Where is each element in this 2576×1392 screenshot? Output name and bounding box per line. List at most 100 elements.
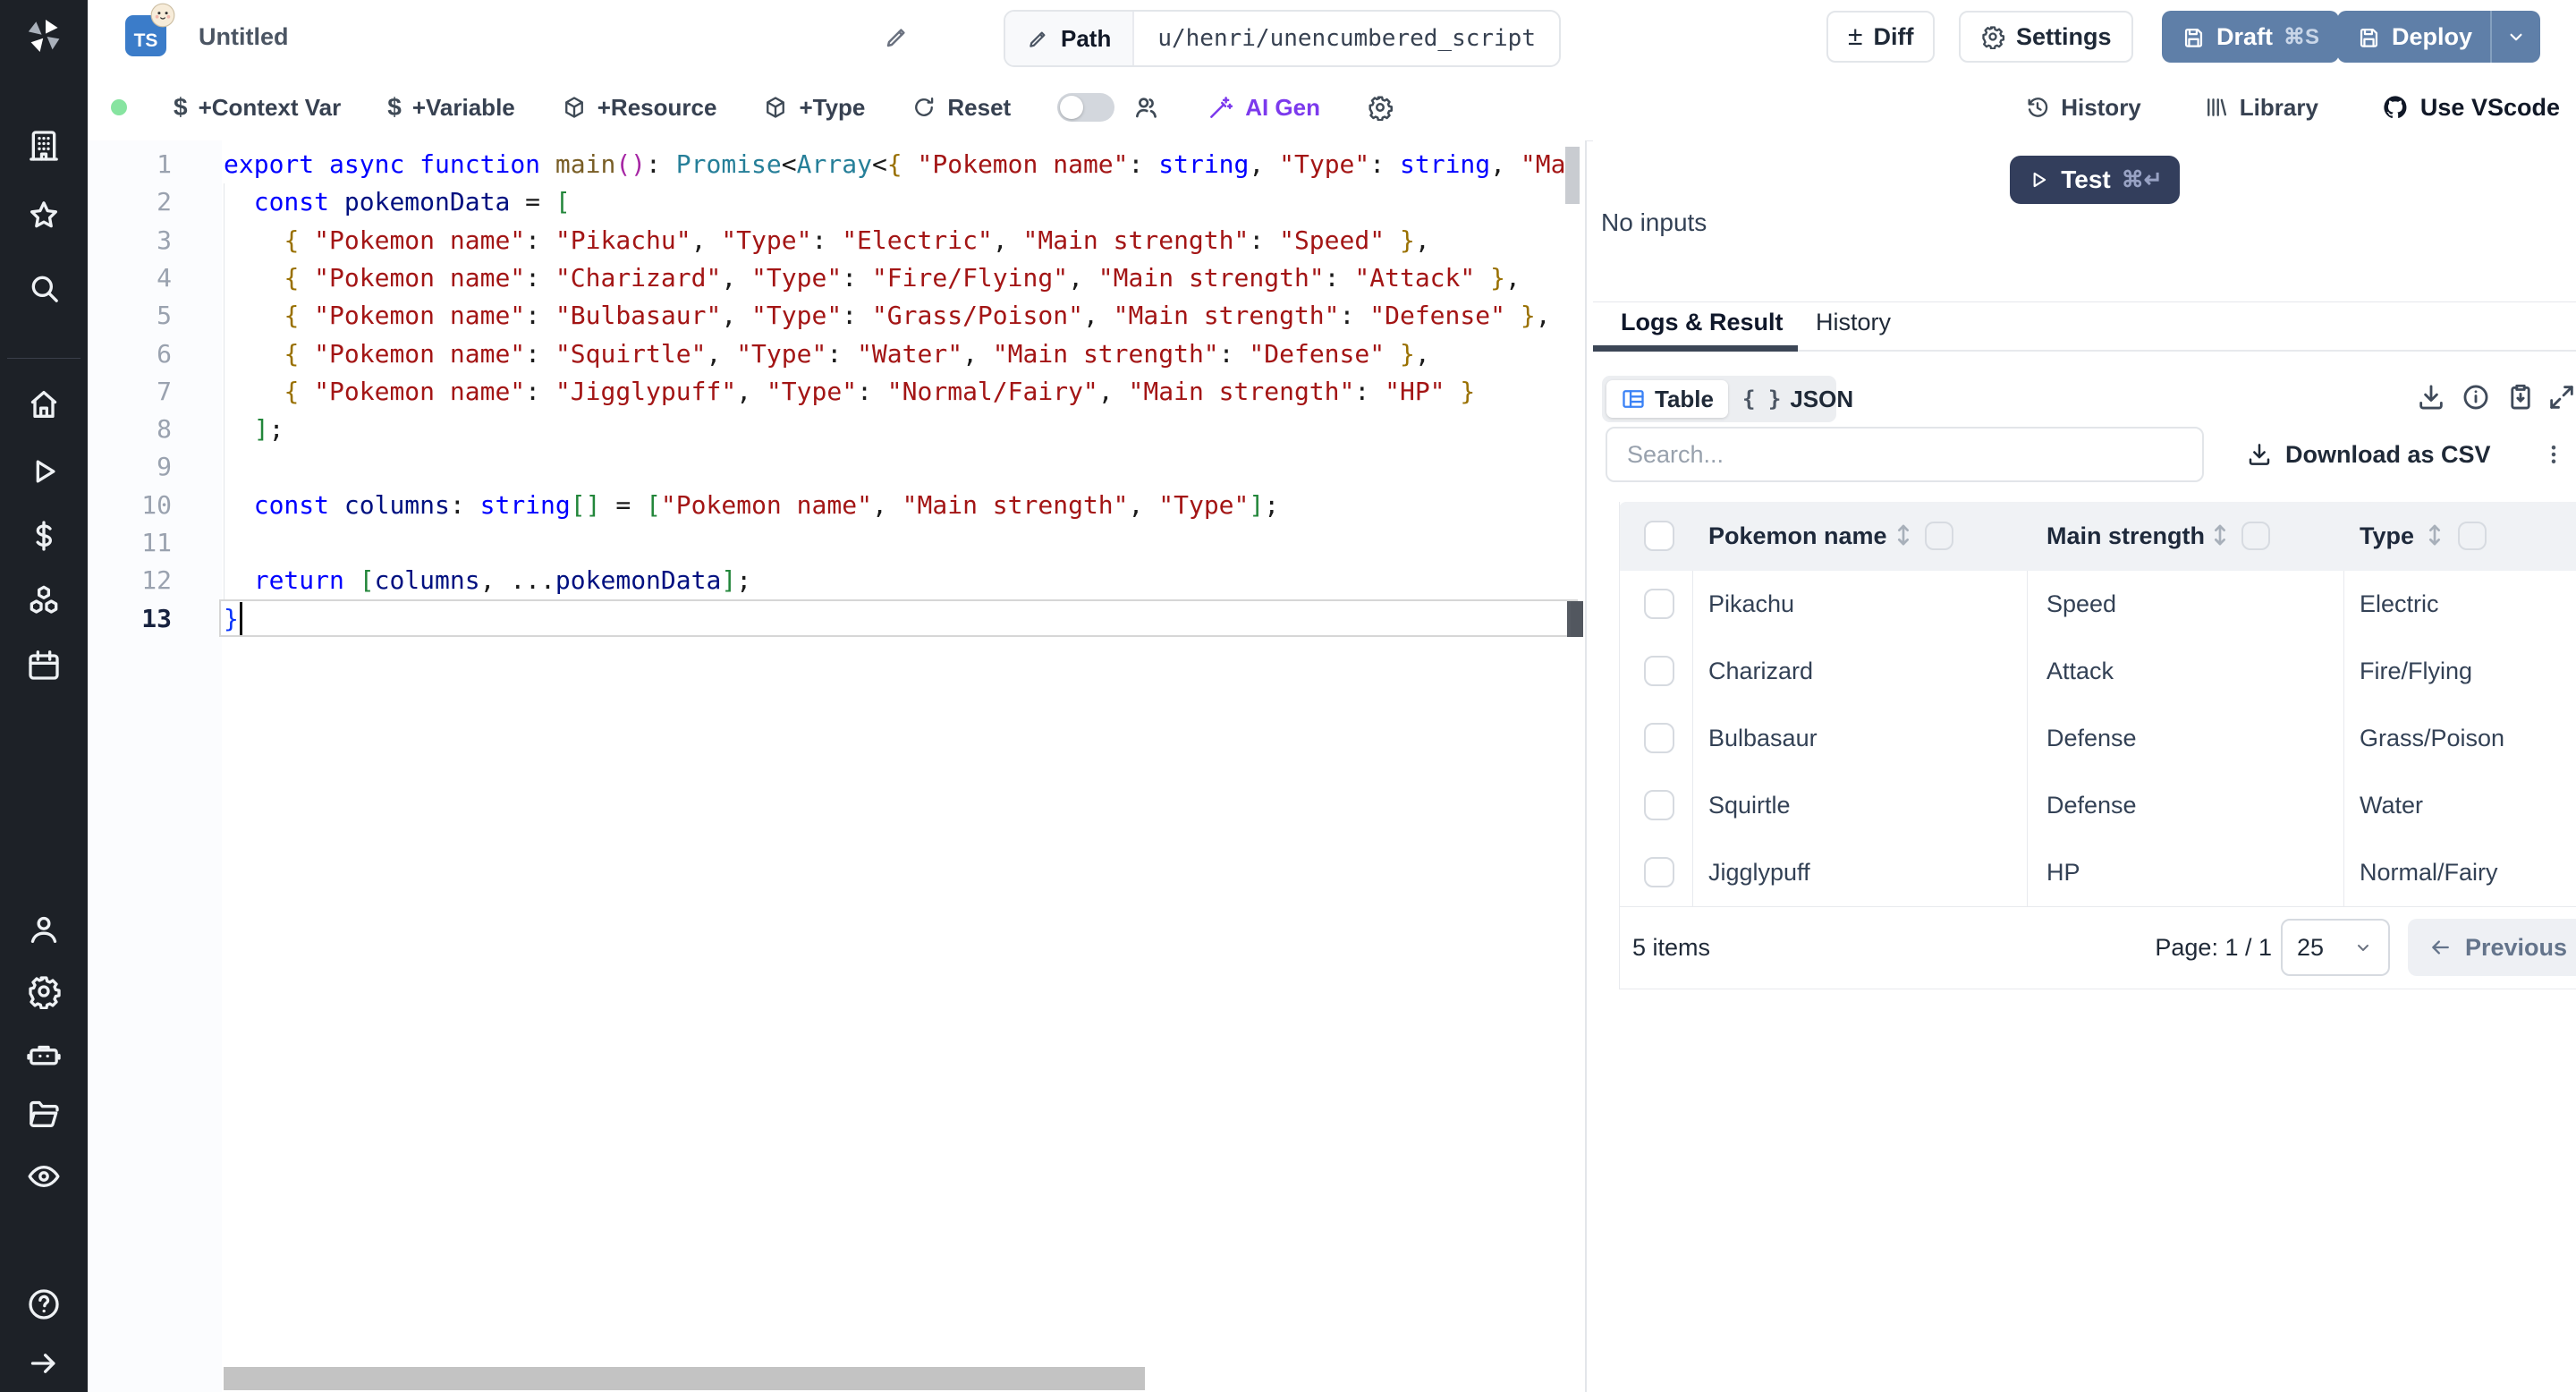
- kebab-menu-icon[interactable]: [2538, 432, 2570, 477]
- diff-button[interactable]: ± Diff: [1826, 11, 1936, 63]
- pane-divider[interactable]: [1585, 140, 1587, 1392]
- column-divider: [2343, 571, 2344, 906]
- gear-icon: [1980, 24, 2005, 49]
- sidebar-item-help-icon[interactable]: [24, 1285, 64, 1324]
- path-value[interactable]: u/henri/unencumbered_script: [1134, 12, 1559, 65]
- sidebar-item-home-icon[interactable]: [24, 385, 64, 424]
- sidebar-item-workspace-icon[interactable]: [24, 126, 64, 166]
- code-line-3[interactable]: { "Pokemon name": "Pikachu", "Type": "El…: [224, 222, 1580, 259]
- code-line-1[interactable]: export async function main(): Promise<Ar…: [224, 146, 1580, 183]
- result-table: Pokemon name Main strength Type Pikachu Spe…: [1619, 502, 2576, 989]
- column-toggle[interactable]: [2241, 522, 2270, 550]
- reset-button[interactable]: Reset: [911, 94, 1011, 122]
- save-icon: [2182, 25, 2206, 49]
- sidebar-item-favorites-icon[interactable]: [24, 196, 64, 235]
- row-checkbox[interactable]: [1644, 656, 1674, 686]
- settings-button[interactable]: Settings: [1959, 11, 2133, 63]
- column-header-2[interactable]: Type: [2360, 502, 2414, 571]
- sort-icon[interactable]: [2420, 521, 2451, 551]
- table-footer: 5 items Page: 1 / 1 25 Previous: [1619, 906, 2576, 989]
- download-result-icon[interactable]: [2416, 382, 2448, 414]
- sidebar-item-workers-icon[interactable]: [24, 1034, 64, 1074]
- ai-gen-button[interactable]: AI Gen: [1208, 94, 1320, 122]
- toggle-switch[interactable]: [1057, 93, 1115, 122]
- test-button[interactable]: Test ⌘↵: [2010, 156, 2180, 204]
- table-cell: Pikachu: [1708, 590, 1795, 617]
- previous-page-button[interactable]: Previous: [2408, 919, 2576, 976]
- arrow-left-icon: [2428, 935, 2453, 960]
- tab-logs-and-result[interactable]: Logs & Result: [1621, 309, 1784, 350]
- page-size-select[interactable]: 25: [2281, 919, 2390, 976]
- table-icon: [1621, 386, 1646, 412]
- add-variable-button[interactable]: $ +Variable: [387, 93, 515, 122]
- editor-horizontal-scrollbar[interactable]: [224, 1367, 1145, 1390]
- column-header-1[interactable]: Main strength: [2046, 502, 2205, 571]
- view-json-option[interactable]: { } JSON: [1728, 380, 1868, 418]
- view-table-option[interactable]: Table: [1606, 380, 1728, 418]
- sidebar-item-settings-icon[interactable]: [24, 972, 64, 1011]
- editor-vertical-scrollbar[interactable]: [1565, 147, 1580, 204]
- history-button[interactable]: History: [2025, 94, 2141, 122]
- path-label-segment: Path: [1005, 12, 1135, 65]
- column-toggle[interactable]: [2458, 522, 2487, 550]
- code-line-10[interactable]: const columns: string[] = ["Pokemon name…: [224, 487, 1580, 524]
- table-row[interactable]: Jigglypuff HP Normal/Fairy: [1619, 839, 2576, 907]
- row-checkbox[interactable]: [1644, 723, 1674, 753]
- sort-icon[interactable]: [1889, 521, 1919, 551]
- info-icon[interactable]: [2461, 382, 2493, 414]
- code-line-6[interactable]: { "Pokemon name": "Squirtle", "Type": "W…: [224, 335, 1580, 373]
- code-line-5[interactable]: { "Pokemon name": "Bulbasaur", "Type": "…: [224, 297, 1580, 335]
- table-row[interactable]: Squirtle Defense Water: [1619, 772, 2576, 840]
- row-checkbox[interactable]: [1644, 589, 1674, 619]
- code-line-12[interactable]: return [columns, ...pokemonData];: [224, 562, 1580, 599]
- table-row[interactable]: Pikachu Speed Electric: [1619, 571, 2576, 639]
- sidebar-item-users-icon[interactable]: [24, 910, 64, 949]
- sidebar-item-runs-icon[interactable]: [24, 452, 64, 491]
- row-checkbox[interactable]: [1644, 790, 1674, 820]
- expand-icon[interactable]: [2546, 382, 2576, 414]
- add-type-button[interactable]: +Type: [763, 94, 865, 122]
- code-line-8[interactable]: ];: [224, 411, 1580, 448]
- add-context-var-button[interactable]: $ +Context Var: [174, 93, 341, 122]
- select-all-checkbox[interactable]: [1644, 521, 1674, 551]
- code-line-4[interactable]: { "Pokemon name": "Charizard", "Type": "…: [224, 259, 1580, 297]
- top-bar: TS Untitled Path u/henri/unencumbered_sc…: [88, 0, 2576, 75]
- code-line-11[interactable]: [224, 524, 1580, 562]
- code-editor[interactable]: 1 2 3 4 5 6 7 8 9 10 11 12 13 export async function …: [88, 140, 1585, 1392]
- table-row[interactable]: Bulbasaur Defense Grass/Poison: [1619, 705, 2576, 773]
- copy-result-icon[interactable]: [2505, 382, 2538, 414]
- windmill-logo-icon[interactable]: [22, 14, 65, 57]
- tab-history[interactable]: History: [1816, 309, 1891, 350]
- code-line-9[interactable]: [224, 448, 1580, 486]
- column-header-0[interactable]: Pokemon name: [1708, 502, 1887, 571]
- deploy-button[interactable]: Deploy: [2337, 11, 2541, 63]
- download-csv-button[interactable]: Download as CSV: [2246, 429, 2491, 480]
- code-line-2[interactable]: const pokemonData = [: [224, 183, 1580, 221]
- diff-mode-toggle-group: [1057, 93, 1161, 122]
- line-number: 3: [157, 225, 172, 255]
- code-line-13[interactable]: }: [224, 600, 1580, 638]
- add-resource-button[interactable]: +Resource: [562, 94, 716, 122]
- sidebar-item-audit-logs-icon[interactable]: [24, 1157, 64, 1196]
- sort-icon[interactable]: [2206, 521, 2236, 551]
- search-input[interactable]: [1606, 427, 2204, 482]
- path-field[interactable]: Path u/henri/unencumbered_script: [1004, 10, 1561, 67]
- sidebar-item-variables-icon[interactable]: [24, 516, 64, 556]
- column-toggle[interactable]: [1925, 522, 1953, 550]
- edit-summary-pencil-icon[interactable]: [884, 23, 912, 52]
- row-checkbox[interactable]: [1644, 857, 1674, 887]
- library-button[interactable]: Library: [2204, 94, 2318, 122]
- sidebar-item-expand-sidebar-icon[interactable]: [24, 1344, 64, 1383]
- draft-button[interactable]: Draft ⌘S: [2162, 11, 2340, 63]
- code-line-7[interactable]: { "Pokemon name": "Jigglypuff", "Type": …: [224, 373, 1580, 411]
- sidebar-item-folders-icon[interactable]: [24, 1094, 64, 1133]
- table-row[interactable]: Charizard Attack Fire/Flying: [1619, 638, 2576, 706]
- editor-settings-button[interactable]: [1367, 94, 1394, 121]
- chevron-down-icon[interactable]: [2504, 25, 2528, 48]
- table-cell: Normal/Fairy: [2360, 859, 2498, 886]
- sidebar-item-schedules-icon[interactable]: [24, 645, 64, 684]
- sidebar-item-resources-icon[interactable]: [24, 581, 64, 620]
- sidebar-item-search-icon[interactable]: [24, 268, 64, 308]
- pane-divider-grip[interactable]: [1571, 601, 1583, 637]
- use-vscode-button[interactable]: Use VScode: [2381, 93, 2560, 122]
